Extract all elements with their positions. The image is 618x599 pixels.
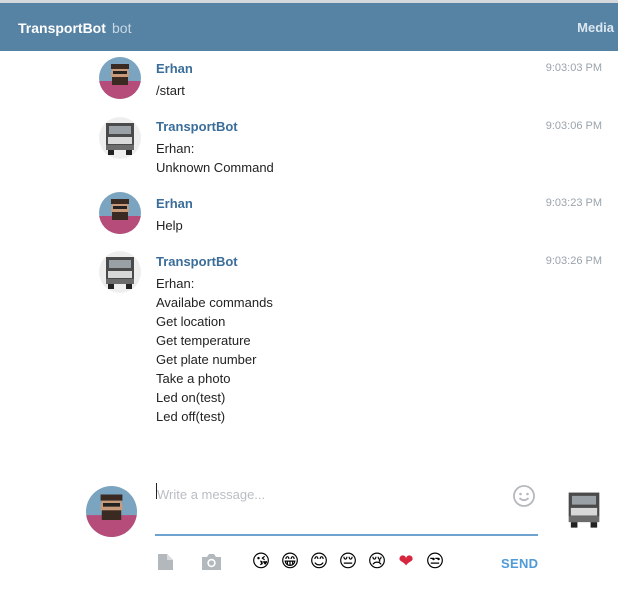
message-time: 9:03:23 PM bbox=[545, 197, 602, 209]
message-text: Get temperature bbox=[156, 333, 251, 348]
message-sender[interactable]: Erhan bbox=[156, 196, 193, 211]
message-sender[interactable]: TransportBot bbox=[156, 119, 238, 134]
message-time: 9:03:26 PM bbox=[545, 255, 602, 267]
user-avatar[interactable] bbox=[99, 57, 141, 99]
message-sender[interactable]: TransportBot bbox=[156, 254, 238, 269]
chat-header: TransportBot bot Media bbox=[0, 3, 618, 51]
message-text: Led on(test) bbox=[156, 390, 226, 405]
emoji-unamused-icon[interactable]: 😒 bbox=[424, 551, 446, 573]
text-caret bbox=[156, 483, 157, 499]
message-text: Get location bbox=[156, 314, 226, 329]
send-button[interactable]: SEND bbox=[501, 556, 538, 571]
emoji-smile-icon[interactable] bbox=[512, 484, 536, 508]
attach-file-icon[interactable] bbox=[156, 553, 174, 571]
message-text: Erhan: bbox=[156, 141, 195, 156]
bot-avatar[interactable] bbox=[99, 251, 141, 293]
message-text: /start bbox=[156, 83, 185, 98]
bot-avatar[interactable] bbox=[561, 486, 607, 532]
bot-avatar[interactable] bbox=[99, 117, 141, 159]
emoji-grin-icon[interactable]: 😁 bbox=[279, 551, 301, 573]
emoji-smile-blush-icon[interactable]: 😊 bbox=[308, 551, 330, 573]
emoji-pensive-icon[interactable]: 😔 bbox=[337, 551, 359, 573]
user-avatar[interactable] bbox=[99, 192, 141, 234]
message-text: Led off(test) bbox=[156, 409, 226, 424]
message-time: 9:03:03 PM bbox=[545, 62, 602, 74]
camera-icon[interactable] bbox=[201, 553, 222, 571]
my-avatar[interactable] bbox=[86, 486, 137, 537]
emoji-cry-icon[interactable]: 😢 bbox=[366, 551, 388, 573]
emoji-heart-icon[interactable]: ❤ bbox=[395, 551, 417, 573]
message-input-area[interactable] bbox=[155, 478, 538, 536]
emoji-kiss-icon[interactable]: 😘 bbox=[250, 551, 272, 573]
message-time: 9:03:06 PM bbox=[545, 120, 602, 132]
message-text: Erhan: bbox=[156, 276, 195, 291]
message-text: Unknown Command bbox=[156, 160, 274, 175]
message-text: Take a photo bbox=[156, 371, 231, 386]
message-text: Availabe commands bbox=[156, 295, 273, 310]
message-input[interactable] bbox=[155, 482, 495, 506]
message-sender[interactable]: Erhan bbox=[156, 61, 193, 76]
media-button[interactable]: Media bbox=[577, 20, 614, 35]
message-text: Get plate number bbox=[156, 352, 257, 367]
chat-subtitle: bot bbox=[112, 20, 132, 36]
message-text: Help bbox=[156, 218, 183, 233]
chat-title[interactable]: TransportBot bbox=[18, 20, 106, 36]
